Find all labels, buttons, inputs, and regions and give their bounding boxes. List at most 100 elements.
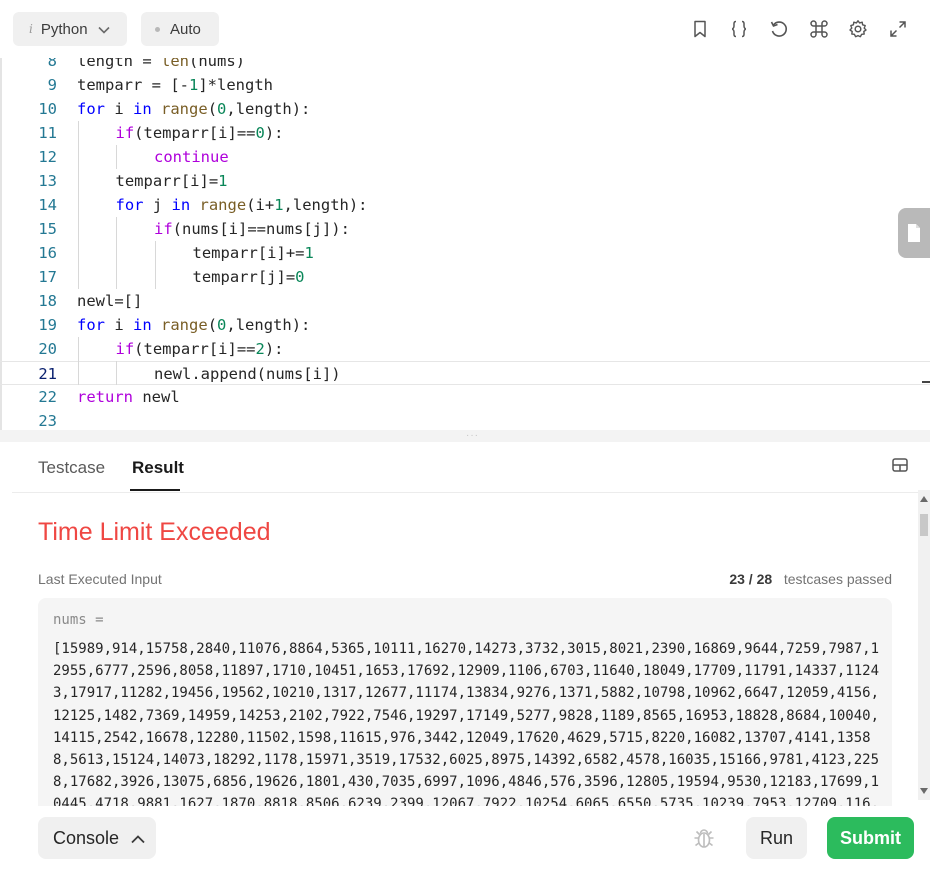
scroll-up-icon[interactable] (920, 496, 928, 502)
code-text: return newl (77, 385, 180, 409)
code-line[interactable]: 22 return newl (0, 385, 930, 409)
line-number: 21 (38, 365, 57, 383)
code-token: range (199, 196, 247, 214)
code-token: if (154, 220, 173, 238)
code-token: temparr[i]= (115, 172, 219, 190)
code-token: if (115, 124, 135, 142)
code-line[interactable]: 16 temparr[i]+=1 (0, 241, 930, 265)
testcases-passed: 23 / 28 testcases passed (729, 571, 892, 587)
code-line[interactable]: 11 if(temparr[i]==0): (0, 121, 930, 145)
chevron-down-icon (97, 21, 110, 38)
scroll-thumb[interactable] (920, 514, 928, 536)
code-line[interactable]: 23 (0, 409, 930, 430)
language-selector[interactable]: i Python (13, 12, 127, 46)
indent-guide (116, 265, 117, 289)
last-input-label: Last Executed Input (38, 571, 162, 587)
code-token: ): (264, 340, 284, 358)
code-token: temparr = [- (77, 76, 189, 94)
code-line[interactable]: 12 continue (0, 145, 930, 169)
code-token: ): (264, 124, 284, 142)
passed-label: testcases passed (783, 571, 892, 587)
code-token: (nums) (189, 58, 245, 70)
code-text: temparr[i]=1 (116, 169, 228, 193)
line-number: 16 (38, 244, 57, 262)
console-button[interactable]: Console (38, 817, 156, 859)
editor-toolbar: i Python Auto (0, 0, 930, 58)
code-text: if(nums[i]==nums[j]): (154, 217, 350, 241)
code-token: temparr[j]= (192, 268, 296, 286)
code-text: length = len(nums) (77, 58, 245, 73)
line-number: 20 (38, 340, 57, 358)
code-token: ,length): (226, 100, 311, 118)
code-token: ,length): (283, 196, 368, 214)
code-text: temparr = [-1]*length (77, 73, 273, 97)
bookmark-icon[interactable] (688, 17, 712, 41)
tab-result[interactable]: Result (132, 458, 184, 478)
code-token: newl (133, 388, 180, 406)
auto-mode-button[interactable]: Auto (141, 12, 219, 46)
result-panel: Testcase Result Time Limit Exceeded Last… (12, 442, 930, 869)
indent-guide (116, 145, 117, 169)
line-number: 12 (38, 148, 57, 166)
indent-guide (77, 217, 79, 241)
result-scrollbar[interactable] (918, 490, 930, 800)
active-tab-indicator (130, 489, 180, 491)
auto-mode-label: Auto (170, 20, 201, 38)
code-line[interactable]: 15 if(nums[i]==nums[j]): (0, 217, 930, 241)
command-icon[interactable] (807, 17, 831, 41)
code-text: newl=[] (77, 289, 142, 313)
tab-testcase[interactable]: Testcase (38, 458, 105, 478)
code-token: ( (207, 316, 218, 334)
expand-icon[interactable] (886, 17, 910, 41)
code-line[interactable]: 17 temparr[j]=0 (0, 265, 930, 289)
reset-icon[interactable] (767, 17, 791, 41)
drag-handle-icon: ··· (466, 430, 479, 441)
code-token: 1 (274, 196, 284, 214)
code-token: temparr[i]+= (192, 244, 305, 262)
code-line[interactable]: 10 for i in range(0,length): (0, 97, 930, 121)
indent-guide (77, 241, 79, 265)
code-line[interactable]: 18 newl=[] (0, 289, 930, 313)
result-tabs: Testcase Result (12, 442, 930, 493)
braces-icon[interactable] (727, 17, 751, 41)
code-line[interactable]: 8 length = len(nums) (0, 58, 930, 73)
code-token: ( (207, 100, 218, 118)
code-line[interactable]: 21 newl.append(nums[i]) (0, 361, 930, 385)
code-token: if (115, 340, 135, 358)
code-editor[interactable]: 8 length = len(nums) 9 temparr = [-1]*lengt… (0, 58, 930, 430)
code-text: temparr[j]=0 (193, 265, 305, 289)
line-number: 19 (38, 316, 57, 334)
panel-layout-icon[interactable] (892, 458, 908, 477)
status-dot-icon (155, 26, 160, 32)
code-token: (i+ (246, 196, 275, 214)
indent-guide (77, 169, 79, 193)
code-token: in (171, 196, 191, 214)
italic-i-icon: i (29, 22, 33, 36)
console-label: Console (53, 827, 120, 848)
panel-splitter[interactable]: ··· (0, 430, 930, 442)
indent-guide (77, 145, 79, 169)
indent-guide (116, 241, 117, 265)
bug-icon[interactable] (692, 826, 716, 855)
code-line[interactable]: 20 if(temparr[i]==2): (0, 337, 930, 361)
code-token: in (133, 100, 152, 118)
line-number: 9 (47, 76, 57, 94)
indent-guide (154, 265, 156, 289)
code-line[interactable]: 9 temparr = [-1]*length (0, 73, 930, 97)
indent-guide (116, 217, 117, 241)
gear-icon[interactable] (846, 17, 870, 41)
code-line[interactable]: 19 for i in range(0,length): (0, 313, 930, 337)
code-line[interactable]: 14 for j in range(i+1,length): (0, 193, 930, 217)
code-token: (temparr[i]== (134, 340, 256, 358)
code-token: 0 (255, 124, 265, 142)
run-button[interactable]: Run (746, 817, 807, 859)
line-number: 13 (38, 172, 57, 190)
indent-guide (77, 193, 79, 217)
submit-button[interactable]: Submit (827, 817, 914, 859)
scroll-down-icon[interactable] (920, 788, 928, 794)
code-line[interactable]: 13 temparr[i]=1 (0, 169, 930, 193)
code-token: continue (154, 148, 229, 166)
